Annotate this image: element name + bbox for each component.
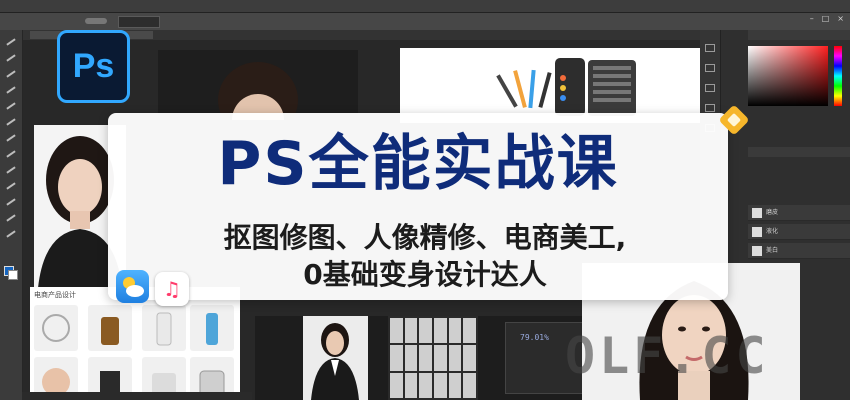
options-toggle[interactable] [85, 18, 107, 24]
layers-panel-header [748, 147, 850, 157]
layer-name: 液化 [766, 228, 779, 235]
quick-select-tool-icon[interactable] [5, 86, 17, 95]
layer-row[interactable]: 液化 [748, 224, 850, 240]
adjustments-icon[interactable] [705, 84, 715, 92]
layer-row[interactable]: 美白 [748, 243, 850, 259]
watermark: OLF.CC [565, 327, 770, 385]
history-icon[interactable] [705, 44, 715, 52]
color-panel-tabs [748, 30, 850, 40]
paragraph-icon[interactable] [705, 104, 715, 112]
minimize-icon[interactable]: – [810, 14, 814, 23]
product-thumbnail [88, 305, 132, 351]
close-icon[interactable]: × [837, 14, 844, 23]
type-tool-icon[interactable] [5, 230, 17, 239]
options-field[interactable] [118, 16, 160, 28]
photoshop-logo-icon: Ps [57, 30, 130, 103]
options-bar: – □ × [0, 13, 850, 31]
maximize-icon[interactable]: □ [822, 14, 830, 23]
product-thumbnail [142, 305, 186, 351]
marquee-tool-icon[interactable] [5, 54, 17, 63]
promo-banner-stage: – □ × 磨皮 液化 美白 电商产品设计 79.01% Ps PS全能实战课 … [0, 0, 850, 400]
course-title: PS全能实战课 [217, 129, 619, 199]
weather-app-icon [116, 270, 149, 303]
music-note-icon: ♫ [163, 277, 181, 301]
course-subtitle-line2: 0基础变身设计达人 [303, 258, 547, 291]
mini-panel-percent: 79.01% [520, 333, 549, 342]
eyedropper-tool-icon[interactable] [5, 118, 17, 127]
product-thumbnail [34, 305, 78, 351]
eraser-tool-icon[interactable] [5, 182, 17, 191]
move-tool-icon[interactable] [5, 38, 17, 47]
background-color-swatch[interactable] [8, 270, 18, 280]
ecommerce-card-title: 电商产品设计 [34, 291, 76, 299]
crop-tool-icon[interactable] [5, 102, 17, 111]
portrait-photo-suit [303, 316, 368, 400]
layer-thumbnail [752, 246, 762, 256]
ecommerce-design-card: 电商产品设计 [30, 287, 240, 400]
clone-stamp-tool-icon[interactable] [5, 166, 17, 175]
gradient-tool-icon[interactable] [5, 198, 17, 207]
layer-name: 美白 [766, 247, 779, 254]
hue-slider[interactable] [834, 46, 842, 106]
product-thumbnail [190, 305, 234, 351]
logo-text: Ps [72, 47, 115, 85]
pen-tool-icon[interactable] [5, 214, 17, 223]
diamond-badge-icon [716, 102, 752, 138]
music-app-icon: ♫ [155, 272, 189, 306]
menu-bar [0, 0, 850, 13]
layer-thumbnail [752, 227, 762, 237]
batch-photo-grid [388, 316, 478, 400]
layer-name: 磨皮 [766, 209, 779, 216]
layer-row[interactable]: 磨皮 [748, 205, 850, 221]
properties-icon[interactable] [705, 64, 715, 72]
status-bar [22, 392, 252, 400]
color-picker-field[interactable] [748, 46, 828, 106]
window-controls: – □ × [810, 14, 844, 23]
brush-tool-icon[interactable] [5, 150, 17, 159]
lasso-tool-icon[interactable] [5, 70, 17, 79]
design-tools-illustration [400, 48, 700, 123]
healing-brush-tool-icon[interactable] [5, 134, 17, 143]
course-subtitle-line1: 抠图修图、人像精修、电商美工, [223, 221, 627, 254]
portrait-photo-top [158, 50, 358, 120]
tools-panel [0, 30, 23, 400]
layer-thumbnail [752, 208, 762, 218]
